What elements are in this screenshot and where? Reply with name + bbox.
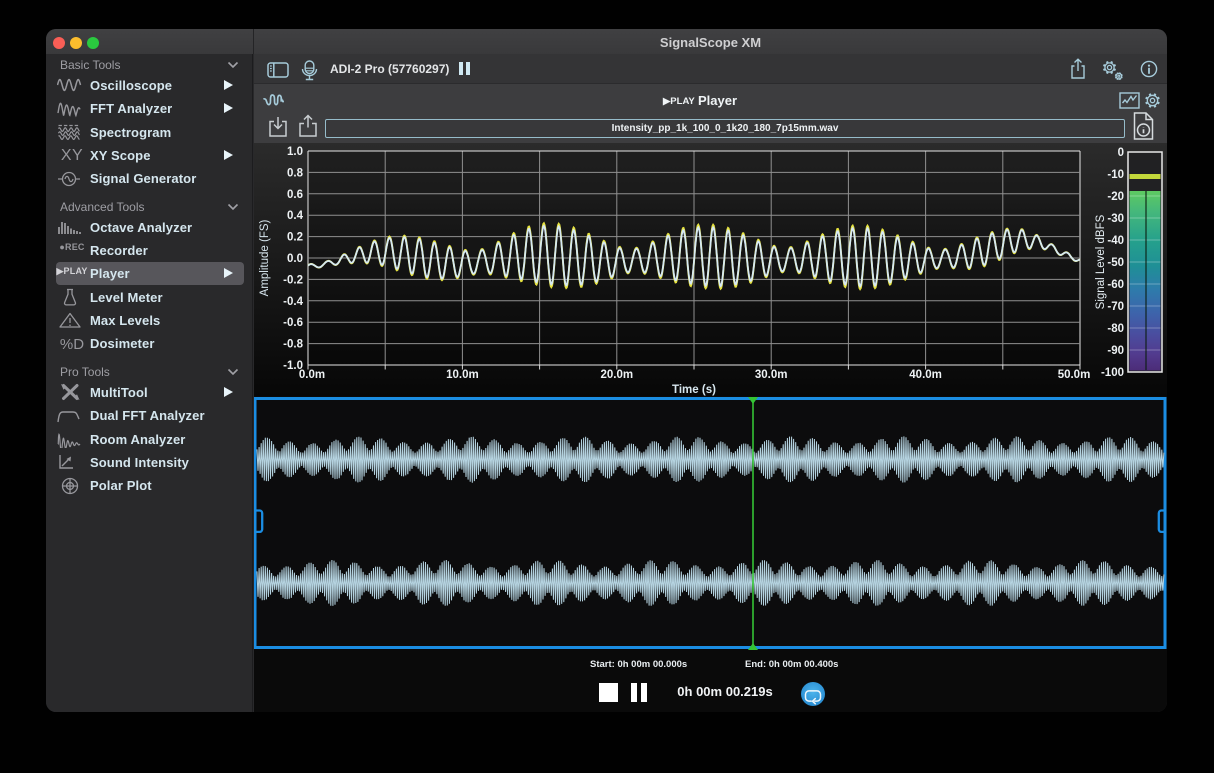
svg-text:Signal Level dBFS: Signal Level dBFS xyxy=(1095,214,1107,309)
svg-text:0.6: 0.6 xyxy=(287,189,303,201)
svg-text:10.0m: 10.0m xyxy=(446,369,479,381)
svg-text:40.0m: 40.0m xyxy=(909,369,942,381)
svg-text:-0.2: -0.2 xyxy=(283,274,303,286)
svg-text:0.0m: 0.0m xyxy=(299,369,325,381)
svg-text:1.0: 1.0 xyxy=(287,146,303,158)
svg-text:20.0m: 20.0m xyxy=(600,369,633,381)
svg-text:0: 0 xyxy=(1118,147,1124,159)
svg-text:-0.6: -0.6 xyxy=(283,317,303,329)
svg-text:-100: -100 xyxy=(1101,367,1124,379)
svg-text:Amplitude (FS): Amplitude (FS) xyxy=(259,219,271,296)
svg-text:0.2: 0.2 xyxy=(287,232,303,244)
svg-text:-90: -90 xyxy=(1107,345,1124,357)
svg-text:-40: -40 xyxy=(1107,235,1124,247)
svg-text:-30: -30 xyxy=(1107,213,1124,225)
svg-text:0.8: 0.8 xyxy=(287,167,304,179)
svg-text:-70: -70 xyxy=(1107,301,1124,313)
svg-text:-60: -60 xyxy=(1107,279,1124,291)
svg-text:0.0: 0.0 xyxy=(287,253,303,265)
svg-text:-0.4: -0.4 xyxy=(283,296,303,308)
svg-text:30.0m: 30.0m xyxy=(755,369,788,381)
svg-text:-80: -80 xyxy=(1107,323,1124,335)
svg-text:-0.8: -0.8 xyxy=(283,339,303,351)
svg-text:Time (s): Time (s) xyxy=(672,384,716,396)
svg-text:-10: -10 xyxy=(1107,169,1124,181)
svg-text:-50: -50 xyxy=(1107,257,1124,269)
svg-text:-20: -20 xyxy=(1107,191,1124,203)
svg-text:50.0m: 50.0m xyxy=(1058,369,1091,381)
svg-text:0.4: 0.4 xyxy=(287,210,304,222)
